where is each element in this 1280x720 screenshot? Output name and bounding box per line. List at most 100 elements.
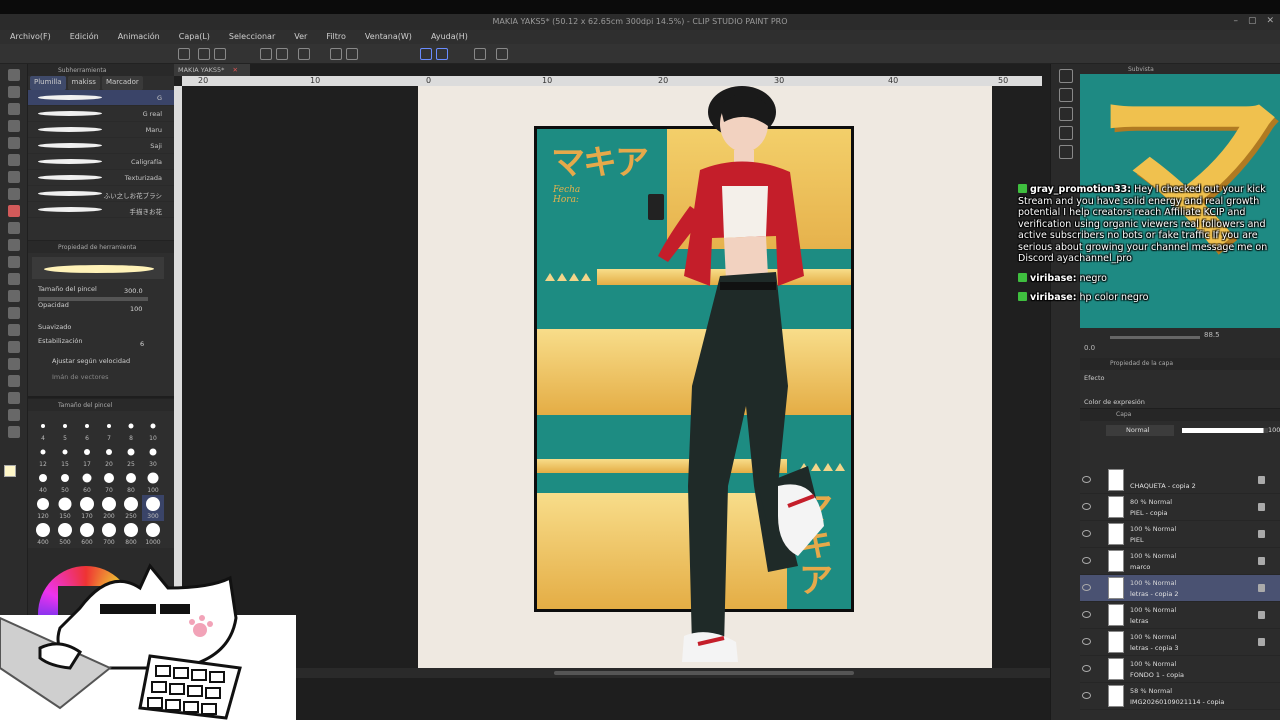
brush-size-option[interactable]: 7 xyxy=(98,417,120,443)
canvas-paper[interactable]: マキア FechaHora: マキア xyxy=(418,86,992,670)
brush-item-flower-1[interactable]: ふい之しお花ブラシ xyxy=(28,186,174,202)
lock-icon[interactable] xyxy=(1258,530,1265,538)
subtool-tab-makiss[interactable]: makiss xyxy=(67,76,100,90)
brush-size-option[interactable]: 4 xyxy=(32,417,54,443)
brush-size-option[interactable]: 1000 xyxy=(142,521,164,547)
brush-size-option[interactable]: 30 xyxy=(142,443,164,469)
gradient-tool-icon[interactable] xyxy=(8,324,20,336)
correct-line-icon[interactable] xyxy=(8,426,20,438)
horizontal-scrollbar[interactable] xyxy=(174,668,1050,678)
close-icon[interactable]: ✕ xyxy=(1266,16,1274,26)
brush-size-option[interactable]: 70 xyxy=(98,469,120,495)
brush-size-option[interactable]: 150 xyxy=(54,495,76,521)
eyedropper-icon[interactable] xyxy=(8,171,20,183)
layer-row[interactable]: 100 % Normal PIEL xyxy=(1080,521,1280,548)
transform-icon[interactable] xyxy=(346,48,358,60)
brush-size-option[interactable]: 600 xyxy=(76,521,98,547)
brush-item-texturizada[interactable]: Texturizada xyxy=(28,170,174,186)
save-icon[interactable] xyxy=(214,48,226,60)
auto-select-icon[interactable] xyxy=(8,154,20,166)
layer-row[interactable]: 100 % Normal marco xyxy=(1080,548,1280,575)
operation-tool-icon[interactable] xyxy=(8,103,20,115)
zoom-slider[interactable] xyxy=(1110,336,1200,339)
minimize-icon[interactable]: – xyxy=(1233,16,1238,26)
brush-size-option[interactable]: 300 xyxy=(142,495,164,521)
info-icon[interactable] xyxy=(1059,107,1073,121)
layer-row[interactable]: 100 % Normal letras xyxy=(1080,602,1280,629)
brush-size-option[interactable]: 800 xyxy=(120,521,142,547)
brush-size-option[interactable]: 700 xyxy=(98,521,120,547)
brush-size-option[interactable]: 100 xyxy=(142,469,164,495)
menu-seleccionar[interactable]: Seleccionar xyxy=(219,30,284,44)
figure-tool-icon[interactable] xyxy=(8,341,20,353)
stabilization-value[interactable]: 6 xyxy=(140,340,144,348)
visibility-eye-icon[interactable] xyxy=(1082,692,1091,699)
brush-size-option[interactable]: 5 xyxy=(54,417,76,443)
brush-size-option[interactable]: 200 xyxy=(98,495,120,521)
maximize-icon[interactable]: ▢ xyxy=(1248,16,1257,26)
visibility-eye-icon[interactable] xyxy=(1082,584,1091,591)
lock-icon[interactable] xyxy=(1258,584,1265,592)
menu-ventana[interactable]: Ventana(W) xyxy=(355,30,421,44)
undo-icon[interactable] xyxy=(260,48,272,60)
layer-opacity-value[interactable]: 100 xyxy=(1268,426,1280,434)
brush-size-option[interactable]: 120 xyxy=(32,495,54,521)
brush-size-option[interactable]: 8 xyxy=(120,417,142,443)
menu-animacion[interactable]: Animación xyxy=(108,30,169,44)
menu-ayuda[interactable]: Ayuda(H) xyxy=(421,30,477,44)
pencil-tool-icon[interactable] xyxy=(8,205,20,217)
foreground-color-swatch[interactable] xyxy=(4,465,16,477)
brush-item-flower-2[interactable]: 手描きお花 xyxy=(28,202,174,218)
brush-size-option[interactable]: 10 xyxy=(142,417,164,443)
brush-size-option[interactable]: 20 xyxy=(98,443,120,469)
layer-opacity-slider[interactable] xyxy=(1182,428,1268,433)
brush-item-g-real[interactable]: G real xyxy=(28,106,174,122)
visibility-eye-icon[interactable] xyxy=(1082,557,1091,564)
visibility-eye-icon[interactable] xyxy=(1082,665,1091,672)
brush-size-option[interactable]: 40 xyxy=(32,469,54,495)
brush-size-option[interactable]: 50 xyxy=(54,469,76,495)
open-file-icon[interactable] xyxy=(198,48,210,60)
navigator-icon[interactable] xyxy=(1059,69,1073,83)
pen-tool-icon[interactable] xyxy=(8,188,20,200)
redo-icon[interactable] xyxy=(276,48,288,60)
lock-icon[interactable] xyxy=(1258,611,1265,619)
hand-tool-icon[interactable] xyxy=(8,86,20,98)
rotation-value[interactable]: 0.0 xyxy=(1084,344,1095,352)
brush-size-value[interactable]: 300.0 xyxy=(124,287,143,295)
brush-item-maru[interactable]: Maru xyxy=(28,122,174,138)
document-tab[interactable]: MAKIA YAKS5* ✕ xyxy=(174,64,250,76)
brush-size-option[interactable]: 12 xyxy=(32,443,54,469)
brush-size-option[interactable]: 400 xyxy=(32,521,54,547)
layer-row[interactable]: 100 % Normal FONDO 1 - copia xyxy=(1080,656,1280,683)
new-file-icon[interactable] xyxy=(178,48,190,60)
opacity-value[interactable]: 100 xyxy=(130,305,142,313)
scroll-thumb[interactable] xyxy=(554,671,854,675)
fill-icon[interactable] xyxy=(330,48,342,60)
ruler-icon[interactable] xyxy=(474,48,486,60)
blend-mode-select[interactable]: Normal xyxy=(1106,425,1174,436)
visibility-eye-icon[interactable] xyxy=(1082,638,1091,645)
layer-row[interactable]: 100 % Normal letras - copia 2 xyxy=(1080,575,1280,602)
subtool-tab-marcador[interactable]: Marcador xyxy=(101,76,143,90)
brush-size-option[interactable]: 25 xyxy=(120,443,142,469)
lock-icon[interactable] xyxy=(1258,503,1265,511)
settings-icon[interactable] xyxy=(496,48,508,60)
ruler-tool-icon[interactable] xyxy=(8,375,20,387)
brush-size-option[interactable]: 170 xyxy=(76,495,98,521)
brush-size-option[interactable]: 250 xyxy=(120,495,142,521)
lock-icon[interactable] xyxy=(1258,476,1265,484)
brush-size-option[interactable]: 500 xyxy=(54,521,76,547)
history-icon[interactable] xyxy=(1059,126,1073,140)
decoration-tool-icon[interactable] xyxy=(8,256,20,268)
menu-archivo[interactable]: Archivo(F) xyxy=(0,30,60,44)
snap-special-ruler-icon[interactable] xyxy=(436,48,448,60)
brush-size-option[interactable]: 80 xyxy=(120,469,142,495)
brush-item-caligrafia[interactable]: Caligrafía xyxy=(28,154,174,170)
layer-row[interactable]: 100 % Normal letras - copia 3 xyxy=(1080,629,1280,656)
brush-item-g[interactable]: G xyxy=(28,90,174,106)
selection-tool-icon[interactable] xyxy=(8,137,20,149)
airbrush-tool-icon[interactable] xyxy=(8,239,20,251)
eraser-tool-icon[interactable] xyxy=(8,273,20,285)
visibility-eye-icon[interactable] xyxy=(1082,530,1091,537)
